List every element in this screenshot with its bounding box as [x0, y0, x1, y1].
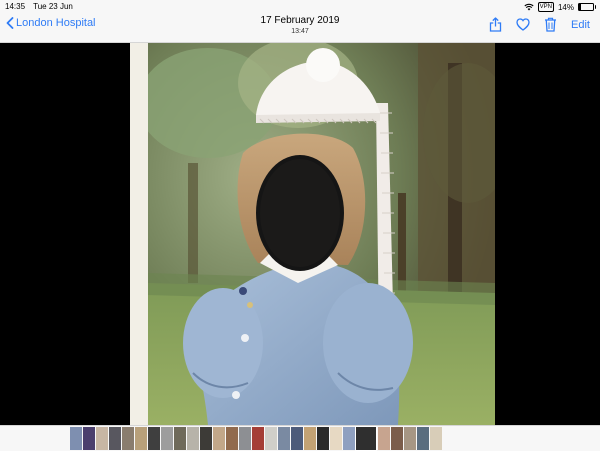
- thumbnail[interactable]: [174, 427, 186, 450]
- thumbnail[interactable]: [109, 427, 121, 450]
- photo[interactable]: [148, 43, 495, 425]
- thumbnail[interactable]: [391, 427, 403, 450]
- status-time: 14:35: [5, 2, 26, 11]
- wifi-icon: [524, 3, 534, 11]
- top-bar: 14:35 Tue 23 Jun VPN 14% London Hospital…: [0, 0, 600, 43]
- thumbnail[interactable]: [70, 427, 82, 450]
- trash-icon[interactable]: [544, 17, 557, 32]
- photo-frame: [130, 43, 495, 425]
- photo-viewer[interactable]: [0, 43, 600, 425]
- thumbnail-strip[interactable]: [0, 425, 600, 451]
- photo-image: [148, 43, 495, 425]
- thumbnail-selected[interactable]: [355, 426, 377, 451]
- thumbnail[interactable]: [378, 427, 390, 450]
- battery-fill: [579, 4, 581, 10]
- status-bar-right: VPN 14%: [524, 2, 596, 12]
- thumbnail[interactable]: [148, 427, 160, 450]
- thumbnail[interactable]: [96, 427, 108, 450]
- heart-icon[interactable]: [516, 18, 530, 31]
- thumbnail[interactable]: [330, 427, 342, 450]
- thumbnail[interactable]: [226, 427, 238, 450]
- thumbnail[interactable]: [417, 427, 429, 450]
- edit-button[interactable]: Edit: [571, 19, 590, 31]
- nav-actions: Edit: [489, 17, 590, 32]
- thumbnail[interactable]: [213, 427, 225, 450]
- thumbnail[interactable]: [187, 427, 199, 450]
- thumbnail[interactable]: [161, 427, 173, 450]
- thumbnail[interactable]: [122, 427, 134, 450]
- battery-icon: [578, 3, 596, 11]
- status-date: Tue 23 Jun: [33, 2, 73, 11]
- thumbnail[interactable]: [304, 427, 316, 450]
- thumbnail[interactable]: [343, 427, 355, 450]
- share-icon[interactable]: [489, 17, 502, 32]
- thumbnail[interactable]: [135, 427, 147, 450]
- thumbnail[interactable]: [278, 427, 290, 450]
- thumbnail[interactable]: [291, 427, 303, 450]
- thumbnail[interactable]: [252, 427, 264, 450]
- vpn-badge: VPN: [537, 2, 554, 12]
- status-bar-left: 14:35 Tue 23 Jun: [5, 2, 79, 11]
- thumbnail[interactable]: [430, 427, 442, 450]
- thumbnail[interactable]: [83, 427, 95, 450]
- thumbnail[interactable]: [265, 427, 277, 450]
- battery-percent: 14%: [557, 2, 574, 12]
- thumbnail[interactable]: [404, 427, 416, 450]
- thumbnail[interactable]: [317, 427, 329, 450]
- thumbnail[interactable]: [239, 427, 251, 450]
- thumbnail[interactable]: [200, 427, 212, 450]
